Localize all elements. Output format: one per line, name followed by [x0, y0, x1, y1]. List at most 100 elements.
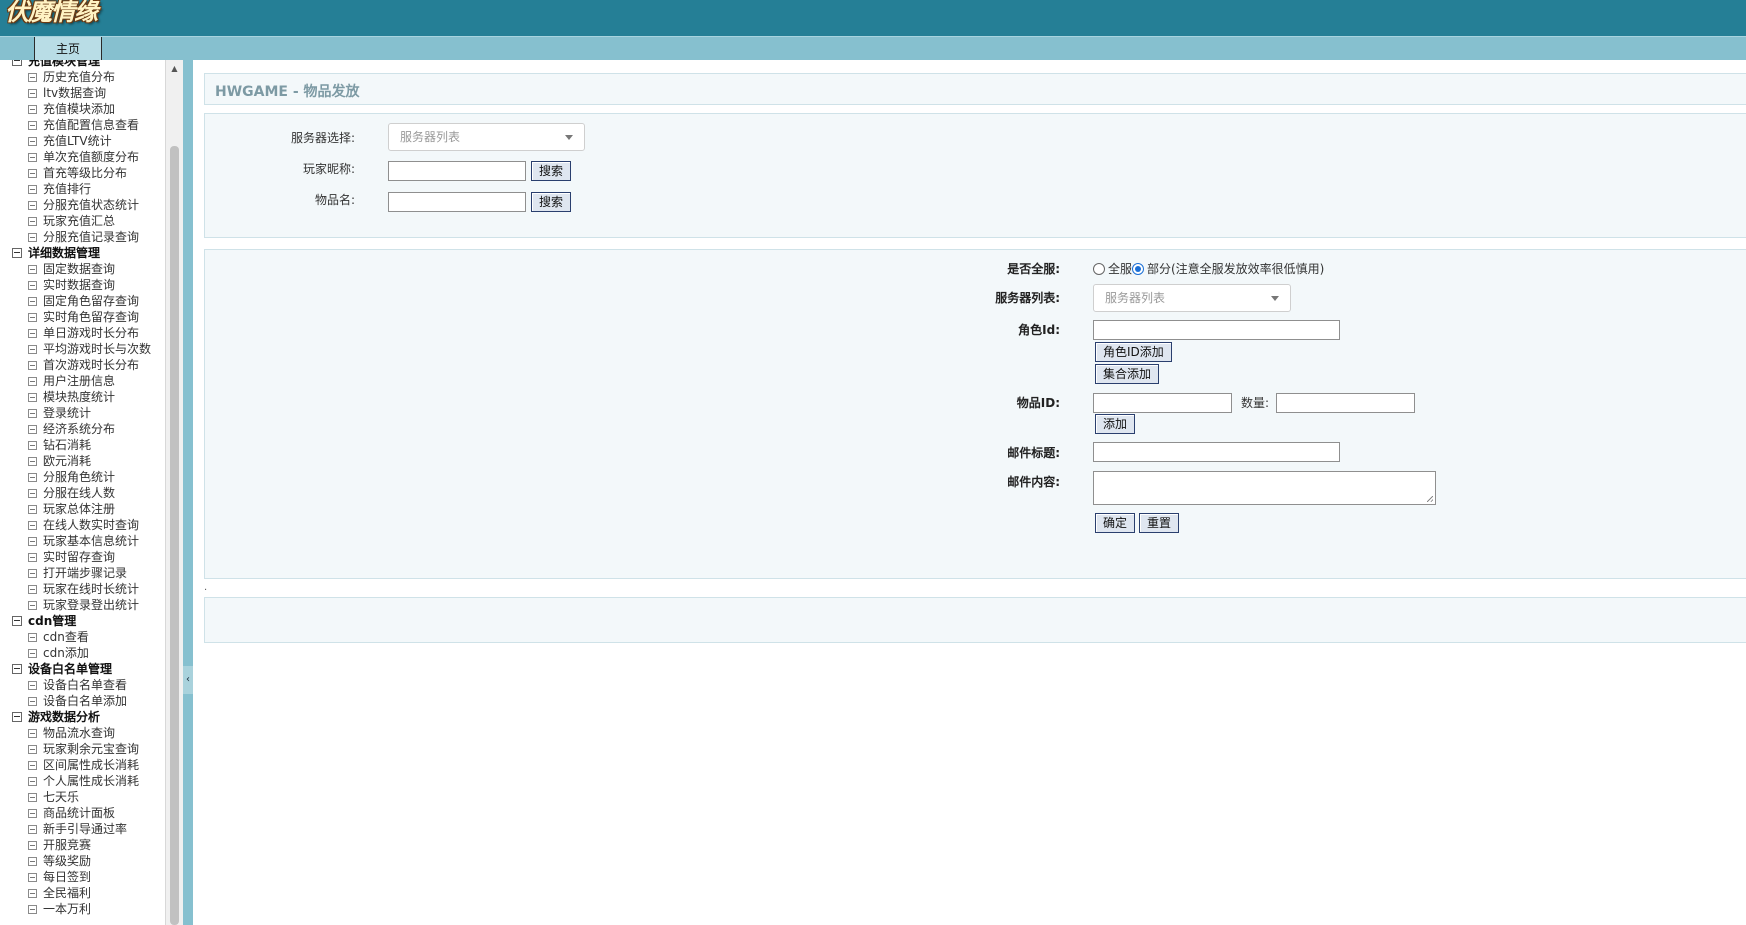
sidebar-item[interactable]: 平均游戏时长与次数: [12, 341, 162, 357]
sidebar-item[interactable]: 玩家总体注册: [12, 501, 162, 517]
sidebar-item[interactable]: 固定角色留存查询: [12, 293, 162, 309]
nickname-search-button[interactable]: 搜索: [531, 161, 572, 181]
sidebar-item[interactable]: 首次游戏时长分布: [12, 357, 162, 373]
sidebar-item-label: 打开端步骤记录: [43, 566, 128, 580]
collapse-minus-icon[interactable]: [12, 712, 22, 722]
tree-node-icon: [28, 729, 37, 738]
sidebar-item[interactable]: 实时数据查询: [12, 277, 162, 293]
page-title: HWGAME - 物品发放: [215, 84, 360, 100]
sidebar-item[interactable]: 充值排行: [12, 181, 162, 197]
add-item-button[interactable]: 添加: [1095, 414, 1136, 434]
sidebar-item[interactable]: 每日签到: [12, 869, 162, 885]
sidebar-item[interactable]: 设备白名单查看: [12, 677, 162, 693]
sidebar-item[interactable]: 玩家登录登出统计: [12, 597, 162, 613]
sidebar-item[interactable]: 分服角色统计: [12, 469, 162, 485]
sidebar-item[interactable]: 玩家充值汇总: [12, 213, 162, 229]
sidebar-item[interactable]: 分服在线人数: [12, 485, 162, 501]
server-list-select[interactable]: 服务器列表: [1093, 284, 1291, 312]
tree-node-icon: [28, 217, 37, 226]
radio-all-server[interactable]: [1093, 263, 1105, 275]
sidebar-item[interactable]: 玩家基本信息统计: [12, 533, 162, 549]
sidebar-item[interactable]: 玩家剩余元宝查询: [12, 741, 162, 757]
search-panel: 服务器选择: 服务器列表 玩家昵称: 搜索 物品名: 搜索: [204, 113, 1746, 238]
sidebar-item[interactable]: 单日游戏时长分布: [12, 325, 162, 341]
sidebar-item[interactable]: 区间属性成长消耗: [12, 757, 162, 773]
item-name-search-button[interactable]: 搜索: [531, 192, 572, 212]
radio-partial-server[interactable]: [1132, 263, 1144, 275]
sidebar-item-label: 固定角色留存查询: [43, 294, 140, 308]
sidebar-item[interactable]: 欧元消耗: [12, 453, 162, 469]
sidebar-item-label: 在线人数实时查询: [43, 518, 140, 532]
sidebar-item[interactable]: 等级奖励: [12, 853, 162, 869]
sidebar-item[interactable]: 物品流水查询: [12, 725, 162, 741]
collapse-minus-icon[interactable]: [12, 60, 22, 66]
tab-home[interactable]: 主页: [34, 37, 102, 60]
scroll-thumb[interactable]: [170, 146, 179, 925]
frame-splitter[interactable]: ‹: [183, 60, 193, 925]
sidebar-item[interactable]: 首充等级比分布: [12, 165, 162, 181]
sidebar-item[interactable]: 商品统计面板: [12, 805, 162, 821]
sidebar-group[interactable]: 设备白名单管理: [12, 661, 162, 677]
server-select[interactable]: 服务器列表: [388, 123, 585, 151]
scroll-up-arrow-icon[interactable]: ▲: [166, 60, 183, 77]
sidebar-item[interactable]: 实时留存查询: [12, 549, 162, 565]
sidebar-item[interactable]: 经济系统分布: [12, 421, 162, 437]
sidebar-group[interactable]: 充值模块管理: [12, 60, 162, 69]
sidebar-item[interactable]: 在线人数实时查询: [12, 517, 162, 533]
sidebar-group[interactable]: 详细数据管理: [12, 245, 162, 261]
sidebar-item[interactable]: 玩家在线时长统计: [12, 581, 162, 597]
sidebar-item[interactable]: 充值配置信息查看: [12, 117, 162, 133]
sidebar-item[interactable]: 充值模块添加: [12, 101, 162, 117]
sidebar-item[interactable]: 历史充值分布: [12, 69, 162, 85]
sidebar-item-label: 历史充值分布: [43, 70, 116, 84]
reset-button[interactable]: 重置: [1139, 513, 1180, 533]
sidebar-item[interactable]: 登录统计: [12, 405, 162, 421]
tree-node-icon: [28, 345, 37, 354]
sidebar-item[interactable]: cdn添加: [12, 645, 162, 661]
item-id-input[interactable]: [1093, 393, 1232, 413]
item-id-label: 物品ID:: [1016, 396, 1060, 410]
sidebar-group[interactable]: cdn管理: [12, 613, 162, 629]
sidebar-item[interactable]: 个人属性成长消耗: [12, 773, 162, 789]
collapse-minus-icon[interactable]: [12, 248, 22, 258]
sidebar-item[interactable]: 全民福利: [12, 885, 162, 901]
sidebar-item[interactable]: 钻石消耗: [12, 437, 162, 453]
role-id-add-button[interactable]: 角色ID添加: [1095, 342, 1172, 362]
mail-title-input[interactable]: [1093, 442, 1340, 462]
sidebar-item[interactable]: 模块热度统计: [12, 389, 162, 405]
game-logo: 伏魔情缘: [5, 0, 98, 26]
role-id-input[interactable]: [1093, 320, 1340, 340]
collapse-minus-icon[interactable]: [12, 664, 22, 674]
confirm-button[interactable]: 确定: [1095, 513, 1136, 533]
sidebar-item[interactable]: 新手引导通过率: [12, 821, 162, 837]
collapse-minus-icon[interactable]: [12, 616, 22, 626]
sidebar-item[interactable]: 分服充值状态统计: [12, 197, 162, 213]
sidebar-item[interactable]: 用户注册信息: [12, 373, 162, 389]
sidebar-item[interactable]: 分服充值记录查询: [12, 229, 162, 245]
chevron-down-icon: [1271, 296, 1279, 301]
sidebar-item[interactable]: cdn查看: [12, 629, 162, 645]
sidebar-item[interactable]: 固定数据查询: [12, 261, 162, 277]
sidebar-item[interactable]: ltv数据查询: [12, 85, 162, 101]
item-name-input[interactable]: [388, 192, 526, 212]
sidebar-item[interactable]: 打开端步骤记录: [12, 565, 162, 581]
nickname-input[interactable]: [388, 161, 526, 181]
sidebar-item[interactable]: 七天乐: [12, 789, 162, 805]
sidebar-item[interactable]: 一本万利: [12, 901, 162, 917]
sidebar-item[interactable]: 设备白名单添加: [12, 693, 162, 709]
top-banner: 伏魔情缘: [0, 0, 1746, 36]
sidebar-item-label: 商品统计面板: [43, 806, 116, 820]
collapse-sidebar-icon[interactable]: ‹: [183, 666, 193, 694]
send-panel: 是否全服: 全服 部分(注意全服发放效率很低慎用) 服务器列表: 服务器列表 角…: [204, 249, 1746, 579]
mail-content-textarea[interactable]: [1093, 471, 1436, 505]
sidebar-scrollbar[interactable]: ▲: [165, 60, 183, 925]
sidebar-item[interactable]: 充值LTV统计: [12, 133, 162, 149]
sidebar-item[interactable]: 开服竞赛: [12, 837, 162, 853]
quantity-input[interactable]: [1276, 393, 1415, 413]
tree-node-icon: [28, 809, 37, 818]
sidebar-group[interactable]: 游戏数据分析: [12, 709, 162, 725]
sidebar-item[interactable]: 单次充值额度分布: [12, 149, 162, 165]
sidebar-item[interactable]: 实时角色留存查询: [12, 309, 162, 325]
batch-add-button[interactable]: 集合添加: [1095, 364, 1160, 384]
tree-node-icon: [28, 409, 37, 418]
